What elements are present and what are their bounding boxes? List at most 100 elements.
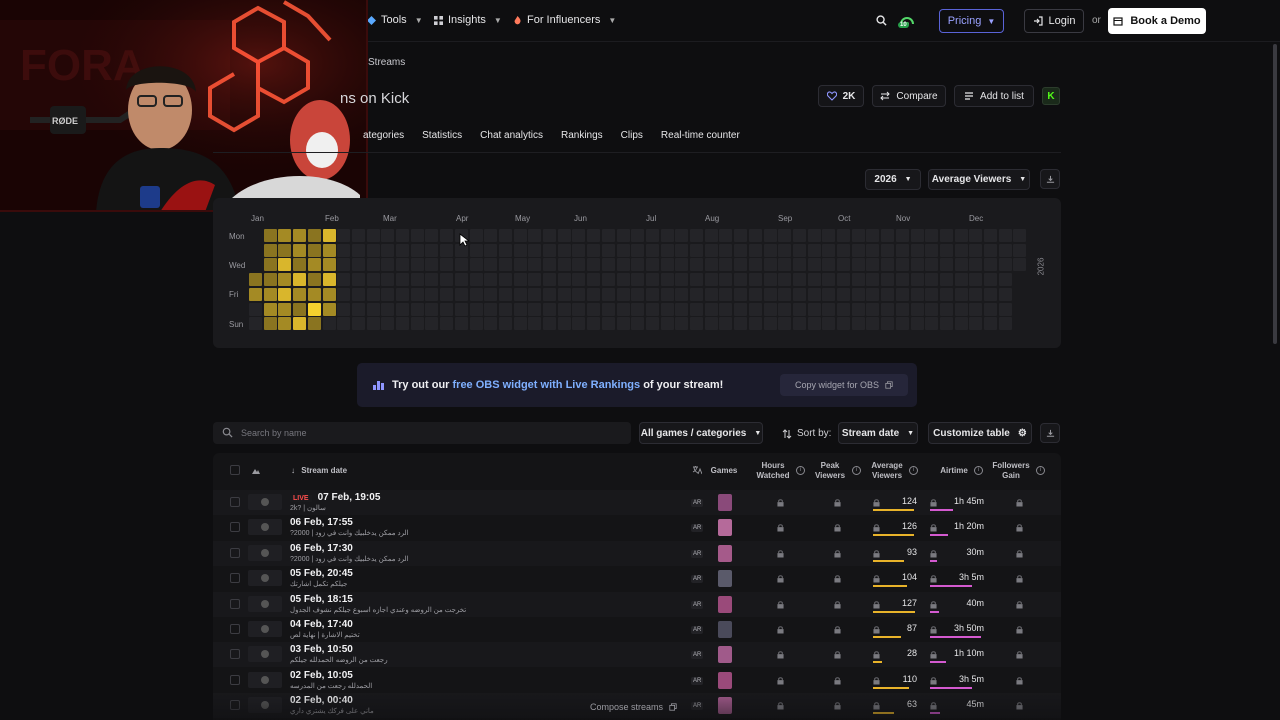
- heatmap-cell[interactable]: [1013, 258, 1027, 272]
- heatmap-cell[interactable]: [616, 302, 630, 316]
- heatmap-cell[interactable]: [381, 287, 395, 301]
- heatmap-cell[interactable]: [307, 229, 321, 242]
- stream-date[interactable]: 02 Feb, 10:05: [290, 670, 353, 681]
- heatmap-cell[interactable]: [792, 258, 806, 272]
- breadcrumb[interactable]: Streams: [368, 57, 405, 68]
- heatmap-cell[interactable]: [293, 302, 307, 316]
- heatmap-cell[interactable]: [616, 229, 630, 242]
- heatmap-cell[interactable]: [454, 273, 468, 287]
- heatmap-cell[interactable]: [969, 229, 983, 242]
- heatmap-cell[interactable]: [249, 273, 262, 287]
- heatmap-cell[interactable]: [469, 302, 483, 316]
- heatmap-cell[interactable]: [895, 258, 909, 272]
- heatmap-cell[interactable]: [866, 287, 880, 301]
- heatmap-cell[interactable]: [984, 243, 997, 257]
- heatmap-cell[interactable]: [851, 317, 865, 331]
- heatmap-cell[interactable]: [939, 243, 953, 257]
- tab-rankings[interactable]: Rankings: [561, 130, 603, 141]
- heatmap-cell[interactable]: [895, 317, 909, 331]
- heatmap-cell[interactable]: [998, 243, 1012, 257]
- heatmap-cell[interactable]: [513, 287, 527, 301]
- heatmap-cell[interactable]: [366, 258, 380, 272]
- heatmap-cell[interactable]: [263, 317, 277, 331]
- heatmap-cell[interactable]: [822, 302, 836, 316]
- heatmap-cell[interactable]: [895, 273, 909, 287]
- column-games[interactable]: Games: [708, 466, 740, 476]
- game-cover-image[interactable]: [718, 570, 732, 588]
- heatmap-cell[interactable]: [631, 243, 645, 257]
- heatmap-cell[interactable]: [778, 273, 792, 287]
- heatmap-cell[interactable]: [645, 229, 659, 242]
- heatmap-cell[interactable]: [381, 258, 395, 272]
- heatmap-cell[interactable]: [381, 273, 395, 287]
- year-select[interactable]: 2026 ▼: [865, 169, 921, 190]
- heatmap-cell[interactable]: [807, 302, 821, 316]
- heatmap-cell[interactable]: [939, 287, 953, 301]
- heatmap-cell[interactable]: [939, 273, 953, 287]
- heatmap-cell[interactable]: [410, 243, 424, 257]
- heatmap-cell[interactable]: [557, 243, 571, 257]
- heatmap-cell[interactable]: [631, 317, 645, 331]
- heatmap-cell[interactable]: [484, 287, 498, 301]
- heatmap-cell[interactable]: [293, 243, 307, 257]
- heatmap-cell[interactable]: [895, 287, 909, 301]
- heatmap-cell[interactable]: [528, 229, 542, 242]
- heatmap-cell[interactable]: [851, 302, 865, 316]
- heatmap-cell[interactable]: [998, 229, 1012, 242]
- heatmap-cell[interactable]: [675, 229, 689, 242]
- heatmap-cell[interactable]: [954, 302, 968, 316]
- heatmap-cell[interactable]: [763, 302, 777, 316]
- stream-date[interactable]: 05 Feb, 18:15: [290, 594, 353, 605]
- heatmap-cell[interactable]: [763, 273, 777, 287]
- heatmap-cell[interactable]: [954, 273, 968, 287]
- heatmap-cell[interactable]: [837, 287, 850, 301]
- heatmap-cell[interactable]: [778, 243, 792, 257]
- heatmap-cell[interactable]: [469, 243, 483, 257]
- heatmap-cell[interactable]: [601, 273, 615, 287]
- stream-thumbnail[interactable]: [248, 570, 282, 587]
- heatmap-cell[interactable]: [543, 243, 556, 257]
- heatmap-cell[interactable]: [631, 273, 645, 287]
- heatmap-cell[interactable]: [337, 302, 351, 316]
- heatmap-cell[interactable]: [837, 243, 850, 257]
- table-row[interactable]: 04 Feb, 17:40 تختيم الاشارة | نهاية لص AR 8…: [213, 617, 1061, 642]
- tab-real-time-counter[interactable]: Real-time counter: [661, 130, 740, 141]
- heatmap-cell[interactable]: [307, 317, 321, 331]
- heatmap-cell[interactable]: [690, 302, 703, 316]
- heatmap-cell[interactable]: [984, 273, 997, 287]
- heatmap-cell[interactable]: [601, 287, 615, 301]
- heatmap-cell[interactable]: [690, 243, 703, 257]
- heatmap-cell[interactable]: [954, 317, 968, 331]
- heatmap-cell[interactable]: [572, 229, 586, 242]
- stream-date[interactable]: 06 Feb, 17:55: [290, 517, 353, 528]
- heatmap-cell[interactable]: [498, 229, 512, 242]
- heatmap-cell[interactable]: [440, 229, 454, 242]
- heatmap-cell[interactable]: [484, 243, 498, 257]
- stream-thumbnail[interactable]: [248, 544, 282, 561]
- heatmap-cell[interactable]: [528, 243, 542, 257]
- stream-date[interactable]: 06 Feb, 17:30: [290, 543, 353, 554]
- table-row[interactable]: 02 Feb, 10:05 الحمدلله رجعت من المدرسه AR 1…: [213, 668, 1061, 693]
- heatmap-cell[interactable]: [263, 273, 277, 287]
- heatmap-cell[interactable]: [263, 229, 277, 242]
- heatmap-cell[interactable]: [601, 258, 615, 272]
- table-row[interactable]: 06 Feb, 17:30 الرد ممكن يدخلبيك وانت في ز…: [213, 540, 1061, 566]
- info-icon[interactable]: i: [1036, 466, 1045, 475]
- heatmap-cell[interactable]: [396, 317, 409, 331]
- stream-date[interactable]: LIVE 07 Feb, 19:05: [290, 492, 380, 503]
- heatmap-cell[interactable]: [351, 229, 365, 242]
- heatmap-cell[interactable]: [278, 229, 292, 242]
- heatmap-cell[interactable]: [572, 287, 586, 301]
- heatmap-cell[interactable]: [543, 258, 556, 272]
- heatmap-cell[interactable]: [984, 258, 997, 272]
- heatmap-cell[interactable]: [998, 273, 1012, 287]
- heatmap-cell[interactable]: [351, 317, 365, 331]
- heatmap-cell[interactable]: [572, 258, 586, 272]
- heatmap-cell[interactable]: [322, 258, 336, 272]
- nav-insights[interactable]: Insights ▼: [434, 14, 502, 26]
- heatmap-cell[interactable]: [822, 317, 836, 331]
- heatmap-cell[interactable]: [572, 243, 586, 257]
- heatmap-cell[interactable]: [763, 258, 777, 272]
- row-checkbox[interactable]: [230, 573, 240, 584]
- heatmap-cell[interactable]: [851, 273, 865, 287]
